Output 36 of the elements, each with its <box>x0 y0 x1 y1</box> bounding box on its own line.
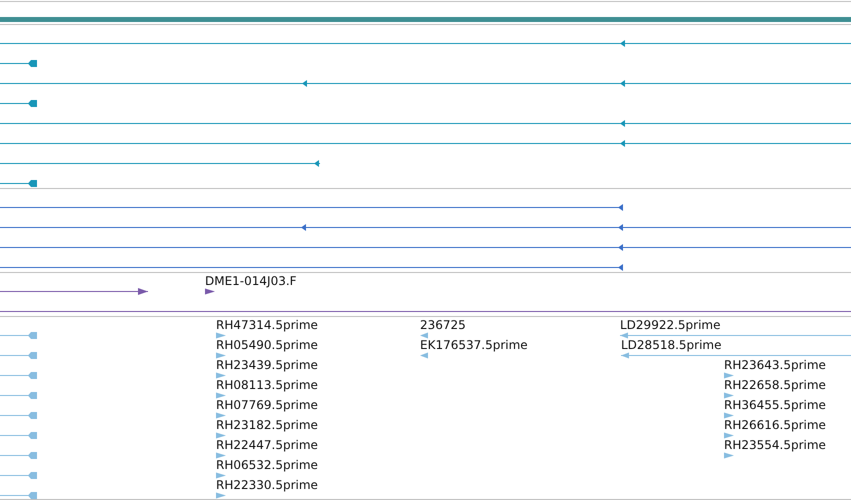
feature-label: RH06532.5prime <box>216 458 318 472</box>
feature-label: RH22658.5prime <box>724 378 826 392</box>
feature-arrow <box>724 452 734 458</box>
feature-arrow <box>420 332 428 338</box>
feature-label: DME1-014J03.F <box>205 274 297 288</box>
feature-label: RH36455.5prime <box>724 398 826 412</box>
feature-label: RH47314.5prime <box>216 318 318 332</box>
feature-arrow <box>216 332 226 338</box>
feature-arrow <box>205 288 215 294</box>
feature-arrow <box>216 392 226 398</box>
feature-label: LD28518.5prime <box>621 338 722 352</box>
feature-label: RH05490.5prime <box>216 338 318 352</box>
feature-arrow <box>216 372 226 378</box>
feature-label: RH07769.5prime <box>216 398 318 412</box>
feature-label: RH23554.5prime <box>724 438 826 452</box>
feature-arrow <box>724 372 734 378</box>
feature-arrow <box>724 392 734 398</box>
feature-arrow <box>216 492 226 498</box>
feature-label: RH26616.5prime <box>724 418 826 432</box>
feature-arrow <box>216 432 226 438</box>
feature-label: RH23439.5prime <box>216 358 318 372</box>
feature-arrow <box>724 412 734 418</box>
feature-label: RH22330.5prime <box>216 478 318 492</box>
feature-label: RH23182.5prime <box>216 418 318 432</box>
feature-label: LD29922.5prime <box>620 318 721 332</box>
feature-label: RH22447.5prime <box>216 438 318 452</box>
feature-label: 236725 <box>420 318 466 332</box>
feature-arrow <box>724 432 734 438</box>
feature-label: RH23643.5prime <box>724 358 826 372</box>
feature-label: EK176537.5prime <box>420 338 528 352</box>
feature-arrow <box>420 352 428 358</box>
feature-label: RH08113.5prime <box>216 378 318 392</box>
feature-arrow <box>216 472 226 478</box>
feature-arrow <box>216 352 226 358</box>
feature-arrow <box>216 412 226 418</box>
feature-arrow <box>216 452 226 458</box>
